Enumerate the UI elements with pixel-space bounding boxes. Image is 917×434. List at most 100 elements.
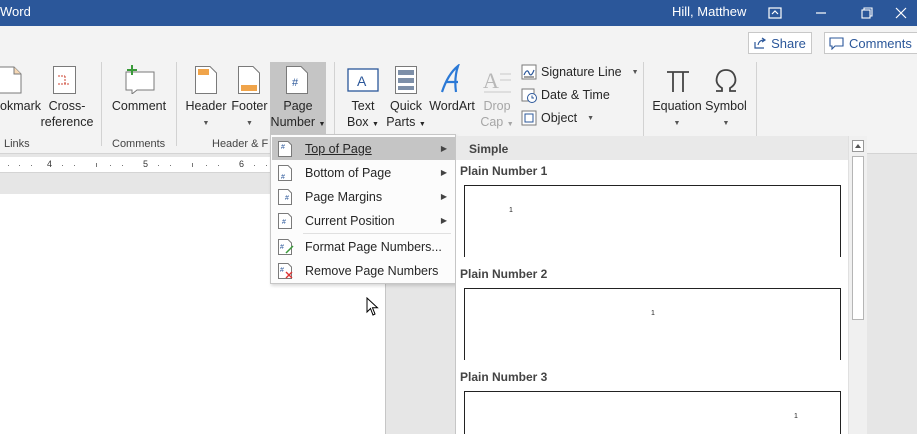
svg-text:#: # bbox=[281, 144, 285, 151]
ruler-number: 4 bbox=[47, 159, 53, 169]
gallery-item-title: Plain Number 3 bbox=[460, 370, 548, 384]
page-number-button[interactable]: # Page Number ▼ bbox=[270, 62, 326, 134]
drop-cap-button[interactable]: A Drop Cap ▼ bbox=[476, 62, 518, 134]
object-label: Object bbox=[541, 111, 578, 125]
ruler-number: 6 bbox=[239, 159, 245, 169]
bookmark-label: okmark bbox=[0, 99, 41, 113]
share-label: Share bbox=[771, 35, 806, 51]
signature-line-button[interactable]: Signature Line ▼ bbox=[521, 62, 639, 82]
text-box-button[interactable]: A Text Box ▼ bbox=[342, 62, 384, 134]
app-title: Word bbox=[0, 4, 31, 19]
gallery-item-plain-number-3[interactable]: 1 bbox=[464, 391, 841, 434]
quick-parts-label-2: Parts ▼ bbox=[386, 115, 426, 129]
menu-item-label: Remove Page Numbers bbox=[305, 263, 439, 278]
page-number-label-1: Page bbox=[283, 99, 313, 113]
footer-dropdown-caret: ▼ bbox=[246, 120, 253, 127]
menu-item-label: Page Margins bbox=[305, 189, 383, 204]
symbol-button[interactable]: Symbol ▼ bbox=[704, 62, 748, 134]
menu-item-top-of-page[interactable]: # Top of Page ▶ bbox=[272, 137, 455, 160]
cross-reference-icon bbox=[53, 66, 76, 94]
svg-text:#: # bbox=[281, 174, 285, 181]
sample-page-number: 1 bbox=[794, 413, 798, 420]
close-icon bbox=[895, 7, 907, 19]
gallery-item-plain-number-2[interactable]: 1 bbox=[464, 288, 841, 360]
restore-button[interactable] bbox=[844, 0, 890, 26]
gallery-scrollbar[interactable] bbox=[848, 136, 867, 434]
close-button[interactable] bbox=[885, 0, 917, 26]
minimize-button[interactable] bbox=[798, 0, 844, 26]
new-comment-button[interactable]: Comment bbox=[108, 62, 170, 122]
symbol-caret: ▼ bbox=[722, 120, 730, 127]
equation-button[interactable]: Equation ▼ bbox=[650, 62, 704, 134]
omega-icon bbox=[715, 69, 737, 92]
header-label: Header bbox=[185, 99, 227, 113]
date-time-label: Date & Time bbox=[541, 88, 610, 102]
bookmark-button[interactable]: okmark bbox=[0, 62, 41, 132]
wordart-label: WordArt bbox=[429, 99, 475, 113]
svg-text:A: A bbox=[357, 73, 367, 89]
share-button[interactable]: Share bbox=[748, 32, 812, 54]
scroll-up-arrow-icon[interactable] bbox=[852, 140, 864, 152]
pi-icon bbox=[667, 71, 689, 92]
group-separator bbox=[176, 62, 177, 146]
footer-icon bbox=[238, 66, 260, 94]
menu-item-label: Format Page Numbers... bbox=[305, 239, 442, 254]
text-box-label-2: Box ▼ bbox=[347, 115, 379, 129]
equation-caret: ▼ bbox=[673, 120, 681, 127]
page-top-icon: # bbox=[278, 141, 292, 157]
remove-page-numbers-icon: # bbox=[278, 263, 293, 279]
page-number-icon: # bbox=[286, 66, 308, 94]
symbol-label: Symbol bbox=[705, 99, 747, 113]
footer-label: Footer bbox=[231, 99, 268, 113]
date-time-button[interactable]: Date & Time bbox=[521, 85, 610, 105]
cross-reference-button[interactable]: Cross- reference bbox=[40, 62, 94, 134]
svg-text:#: # bbox=[280, 267, 284, 274]
scrollbar-thumb[interactable] bbox=[852, 156, 864, 320]
equation-label: Equation bbox=[652, 99, 702, 113]
text-box-label-1: Text bbox=[351, 99, 375, 113]
comments-button[interactable]: Comments bbox=[824, 32, 917, 54]
mouse-cursor-icon bbox=[366, 297, 379, 316]
drop-cap-label-2: Cap ▼ bbox=[480, 115, 514, 129]
svg-text:A: A bbox=[483, 68, 499, 93]
share-icon bbox=[754, 37, 767, 49]
ribbon-display-options-button[interactable] bbox=[752, 0, 798, 26]
sample-page-number: 1 bbox=[509, 207, 513, 214]
submenu-arrow-icon: ▶ bbox=[440, 216, 447, 225]
quick-parts-button[interactable]: Quick Parts ▼ bbox=[384, 62, 428, 134]
restore-icon bbox=[861, 7, 873, 19]
cross-reference-label-1: Cross- bbox=[48, 99, 86, 113]
svg-text:#: # bbox=[285, 195, 289, 202]
group-separator bbox=[101, 62, 102, 146]
comment-label: Comment bbox=[111, 99, 167, 113]
object-caret: ▼ bbox=[587, 114, 595, 122]
wordart-icon bbox=[440, 64, 460, 93]
object-icon bbox=[521, 110, 537, 126]
user-name[interactable]: Hill, Matthew bbox=[672, 4, 746, 19]
signature-line-label: Signature Line bbox=[541, 65, 622, 79]
menu-item-format-page-numbers[interactable]: # Format Page Numbers... bbox=[272, 235, 455, 258]
svg-text:#: # bbox=[292, 77, 299, 89]
ribbon-display-icon bbox=[768, 7, 782, 19]
wordart-button[interactable]: WordArt bbox=[428, 62, 476, 122]
menu-item-label: Current Position bbox=[305, 213, 395, 228]
menu-item-current-position[interactable]: # Current Position ▶ bbox=[272, 209, 455, 232]
signature-line-icon bbox=[521, 64, 537, 80]
new-comment-icon bbox=[125, 65, 155, 94]
page-bottom-icon: # bbox=[278, 165, 292, 181]
object-button[interactable]: Object ▼ bbox=[521, 108, 594, 128]
submenu-arrow-icon: ▶ bbox=[440, 192, 447, 201]
footer-button[interactable]: Footer ▼ bbox=[229, 62, 270, 134]
quick-parts-label-1: Quick bbox=[390, 99, 422, 113]
menu-item-bottom-of-page[interactable]: # Bottom of Page ▶ bbox=[272, 161, 455, 184]
links-group-label: Links bbox=[4, 138, 30, 150]
top-of-page-gallery: Simple Plain Number 1 1 Plain Number 2 1… bbox=[455, 136, 867, 434]
comments-icon bbox=[829, 36, 844, 50]
group-separator bbox=[756, 62, 757, 146]
menu-item-remove-page-numbers[interactable]: # Remove Page Numbers bbox=[272, 259, 455, 282]
page-number-menu: # Top of Page ▶ # Bottom of Page ▶ # Pag… bbox=[270, 134, 456, 284]
bookmark-icon bbox=[0, 66, 22, 94]
menu-item-page-margins[interactable]: # Page Margins ▶ bbox=[272, 185, 455, 208]
header-button[interactable]: Header ▼ bbox=[183, 62, 229, 134]
gallery-item-plain-number-1[interactable]: 1 bbox=[464, 185, 841, 257]
